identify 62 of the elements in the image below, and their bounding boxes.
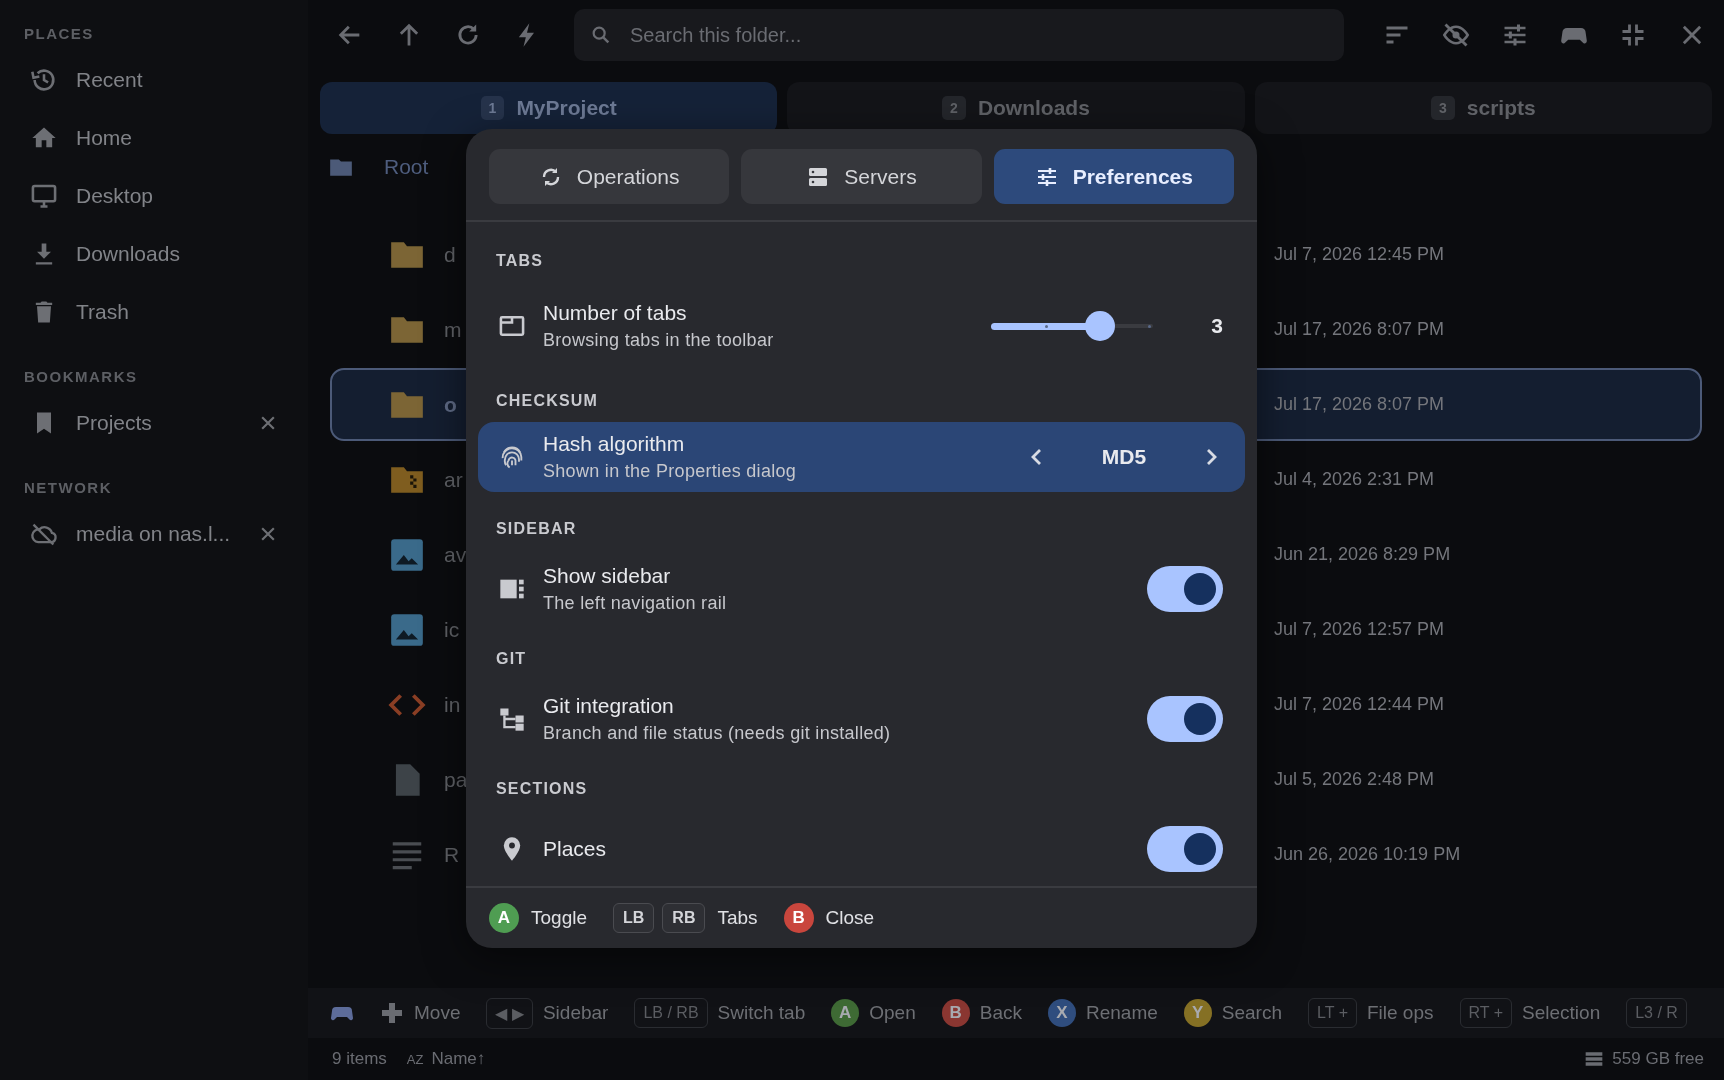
file-date: Jul 17, 2026 8:07 PM bbox=[1274, 319, 1445, 340]
setting-label: Places bbox=[543, 837, 608, 861]
sort-icon: AZ bbox=[406, 1051, 424, 1067]
setting-label: Number of tabs bbox=[543, 301, 688, 325]
hint-label: Toggle bbox=[531, 907, 587, 929]
key-cap: LB / RB bbox=[634, 998, 708, 1028]
slider-value: 3 bbox=[1211, 314, 1223, 338]
hint-label: Switch tab bbox=[717, 1002, 806, 1024]
key-cap: LB bbox=[613, 903, 655, 933]
section-heading: PLACES bbox=[23, 24, 95, 44]
key-cap: RB bbox=[662, 903, 706, 933]
key-cap: ◀ ▶ bbox=[486, 997, 533, 1029]
selected-value: MD5 bbox=[1100, 445, 1148, 469]
key-cap: RT + bbox=[1459, 998, 1513, 1028]
key-cap: LT + bbox=[1308, 998, 1357, 1028]
hint-label: Open bbox=[869, 1002, 916, 1024]
file-name: in bbox=[444, 692, 462, 717]
file-date: Jul 4, 2026 2:31 PM bbox=[1274, 469, 1435, 490]
file-name: pa bbox=[444, 767, 469, 792]
section-heading: SIDEBAR bbox=[495, 519, 578, 539]
file-date: Jul 5, 2026 2:48 PM bbox=[1274, 769, 1435, 790]
file-name: av bbox=[444, 542, 468, 567]
setting-description: The left navigation rail bbox=[543, 593, 728, 614]
file-date: Jul 17, 2026 8:07 PM bbox=[1274, 394, 1445, 415]
hint-label: Back bbox=[979, 1002, 1022, 1024]
key-cap: L3 / R bbox=[1626, 998, 1687, 1028]
setting-description: Browsing tabs in the toolbar bbox=[543, 330, 775, 351]
hint-label: Sidebar bbox=[542, 1002, 609, 1024]
section-heading: SECTIONS bbox=[495, 779, 589, 799]
file-name: d bbox=[444, 242, 457, 267]
free-space: 559 GB free bbox=[1612, 1049, 1704, 1069]
hint-label: Tabs bbox=[717, 907, 758, 929]
file-name: m bbox=[444, 317, 463, 342]
section-heading: CHECKSUM bbox=[495, 391, 600, 411]
tab-number: 3 bbox=[1431, 96, 1455, 120]
file-name: ar bbox=[444, 467, 464, 492]
section-heading: BOOKMARKS bbox=[23, 367, 139, 387]
hint-label: File ops bbox=[1366, 1002, 1434, 1024]
setting-label: Git integration bbox=[543, 694, 675, 718]
file-date: Jun 21, 2026 8:29 PM bbox=[1274, 544, 1451, 565]
setting-label: Show sidebar bbox=[543, 564, 672, 588]
setting-label: Hash algorithm bbox=[543, 432, 686, 456]
tab-number: 2 bbox=[942, 96, 966, 120]
hint-label: Move bbox=[414, 1002, 461, 1024]
setting-description: Shown in the Properties dialog bbox=[543, 461, 798, 482]
section-heading: GIT bbox=[495, 649, 528, 669]
tab-number: 1 bbox=[480, 96, 505, 120]
file-date: Jul 7, 2026 12:44 PM bbox=[1274, 694, 1445, 715]
hint-label: Close bbox=[825, 907, 875, 929]
setting-description: Branch and file status (needs git installed) bbox=[543, 723, 892, 744]
file-name: ic bbox=[444, 617, 461, 642]
hint-label: Selection bbox=[1522, 1002, 1601, 1024]
file-name: R bbox=[444, 842, 461, 867]
file-name: o bbox=[444, 392, 458, 417]
section-heading: TABS bbox=[495, 251, 545, 271]
file-date: Jun 26, 2026 10:19 PM bbox=[1274, 844, 1461, 865]
hint-label: Rename bbox=[1085, 1002, 1158, 1024]
item-count: 9 items bbox=[332, 1049, 387, 1069]
file-date: Jul 7, 2026 12:45 PM bbox=[1274, 244, 1445, 265]
hint-label: Search bbox=[1221, 1002, 1282, 1024]
section-heading: NETWORK bbox=[23, 478, 113, 498]
file-date: Jul 7, 2026 12:57 PM bbox=[1274, 619, 1445, 640]
